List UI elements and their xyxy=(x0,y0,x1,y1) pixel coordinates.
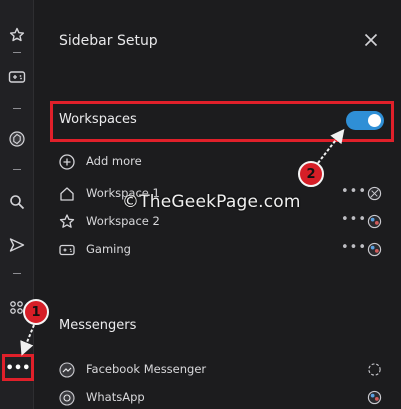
workspace-row[interactable]: Gaming ••• xyxy=(35,238,401,262)
workspace-row[interactable]: Workspace 2 ••• xyxy=(35,210,401,234)
workspace-options-button[interactable]: ••• xyxy=(341,185,367,198)
separator xyxy=(13,169,21,170)
loading-spinner-icon xyxy=(368,363,381,376)
send-icon[interactable] xyxy=(6,234,28,256)
gamepad-icon xyxy=(59,244,75,256)
highlight-workspaces-row xyxy=(50,101,394,142)
separator xyxy=(13,273,21,274)
chatgpt-icon[interactable] xyxy=(6,128,28,150)
separator xyxy=(13,108,21,109)
messenger-row[interactable]: WhatsApp xyxy=(35,386,401,409)
panel-title: Sidebar Setup xyxy=(59,33,158,49)
callout-1-badge: 1 xyxy=(23,299,49,325)
whatsapp-icon xyxy=(59,390,75,406)
star-icon[interactable] xyxy=(6,24,28,46)
workspace-options-button[interactable]: ••• xyxy=(341,213,367,226)
workspace-avatar-icon xyxy=(367,242,382,257)
workspace-options-button[interactable]: ••• xyxy=(341,241,367,254)
close-button[interactable] xyxy=(362,31,380,49)
gamepad-icon[interactable] xyxy=(6,66,28,88)
workspace-label: Workspace 2 xyxy=(86,214,160,228)
messenger-label: WhatsApp xyxy=(86,390,145,404)
add-more-label: Add more xyxy=(86,154,142,168)
workspace-avatar-icon xyxy=(367,214,382,229)
messenger-label: Facebook Messenger xyxy=(86,362,207,376)
add-more-button[interactable]: Add more xyxy=(35,150,401,174)
watermark: ©TheGeekPage.com xyxy=(122,192,301,212)
close-icon xyxy=(364,33,378,47)
plus-circle-icon xyxy=(59,154,75,170)
icon-rail: ••• xyxy=(0,0,34,409)
callout-2-badge: 2 xyxy=(298,161,324,187)
home-icon xyxy=(60,187,74,201)
highlight-more-button xyxy=(2,354,34,381)
facebook-messenger-icon xyxy=(59,362,75,378)
workspace-avatar-icon xyxy=(367,186,382,201)
star-outline-icon xyxy=(59,214,75,228)
messengers-label: Messengers xyxy=(59,318,137,333)
workspace-label: Gaming xyxy=(86,242,131,256)
messenger-row[interactable]: Facebook Messenger xyxy=(35,358,401,382)
separator xyxy=(13,52,21,53)
search-icon[interactable] xyxy=(6,191,28,213)
workspace-avatar-icon xyxy=(367,390,382,405)
